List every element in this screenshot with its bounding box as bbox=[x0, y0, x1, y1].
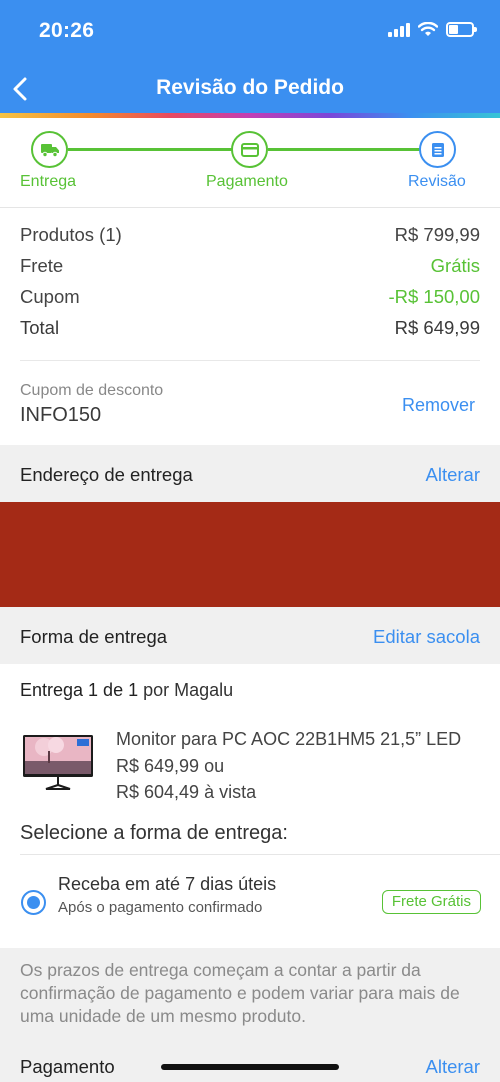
step-delivery[interactable] bbox=[31, 131, 68, 168]
page-title: Revisão do Pedido bbox=[156, 76, 344, 99]
coupon-value: -R$ 150,00 bbox=[388, 286, 480, 307]
app-header: 20:26 Revisão do Pedido bbox=[0, 0, 500, 113]
credit-card-icon bbox=[240, 142, 259, 157]
shipping-label: Frete bbox=[20, 255, 64, 276]
checkout-stepper: Entrega Pagamento Revisão bbox=[0, 118, 500, 208]
step-connector bbox=[268, 148, 420, 151]
step-label-delivery: Entrega bbox=[20, 173, 77, 190]
edit-bag-button[interactable]: Editar sacola bbox=[373, 626, 480, 648]
step-payment[interactable] bbox=[231, 131, 268, 168]
step-label-review: Revisão bbox=[408, 173, 466, 190]
product-cash-price: R$ 604,49 à vista bbox=[116, 782, 257, 802]
delivery-option-radio[interactable] bbox=[21, 890, 46, 915]
monitor-product-image[interactable] bbox=[22, 733, 94, 793]
delivery-count: Entrega 1 de 1 bbox=[20, 680, 139, 700]
change-payment-button[interactable]: Alterar bbox=[426, 1056, 481, 1078]
remove-coupon-button[interactable]: Remover bbox=[402, 395, 475, 416]
payment-title: Pagamento bbox=[20, 1056, 115, 1077]
status-icons bbox=[388, 22, 477, 37]
delivery-notice: Os prazos de entrega começam a contar a … bbox=[0, 948, 500, 1048]
summary-row-shipping: Frete Grátis bbox=[20, 255, 480, 286]
address-section-header: Endereço de entrega Alterar bbox=[0, 445, 500, 502]
coupon-code: INFO150 bbox=[20, 404, 102, 426]
coupon-label: Cupom bbox=[20, 286, 80, 307]
delivery-seller: por Magalu bbox=[138, 680, 234, 700]
product-price: R$ 649,99 ou bbox=[116, 756, 225, 776]
step-label-payment: Pagamento bbox=[206, 173, 288, 190]
delivery-method-header: Forma de entrega Editar sacola bbox=[0, 607, 500, 664]
summary-row-products: Produtos (1) R$ 799,99 bbox=[20, 224, 480, 255]
delivery-option-subtitle: Após o pagamento confirmado bbox=[58, 899, 263, 916]
product-name[interactable]: Monitor para PC AOC 22B1HM5 21,5” LED bbox=[116, 729, 480, 750]
order-summary: Produtos (1) R$ 799,99 Frete Grátis Cupo… bbox=[20, 224, 480, 348]
summary-row-total: Total R$ 649,99 bbox=[20, 317, 480, 348]
divider bbox=[20, 854, 500, 855]
total-label: Total bbox=[20, 317, 60, 338]
truck-icon bbox=[40, 143, 59, 157]
signal-icon bbox=[388, 22, 410, 37]
delivery-heading: Entrega 1 de 1 por Magalu bbox=[20, 680, 233, 701]
change-address-button[interactable]: Alterar bbox=[426, 464, 481, 486]
total-value: R$ 649,99 bbox=[394, 317, 480, 338]
document-icon bbox=[431, 142, 444, 157]
home-indicator bbox=[161, 1064, 339, 1070]
address-title: Endereço de entrega bbox=[20, 464, 193, 485]
delivery-notice-text: Os prazos de entrega começam a contar a … bbox=[20, 960, 460, 1026]
address-redacted-block bbox=[0, 502, 500, 607]
coupon-section: Cupom de desconto INFO150 Remover bbox=[20, 360, 480, 445]
status-time: 20:26 bbox=[39, 19, 95, 42]
battery-icon bbox=[446, 22, 477, 37]
select-delivery-title: Selecione a forma de entrega: bbox=[20, 822, 288, 844]
coupon-field-label: Cupom de desconto bbox=[20, 382, 164, 399]
step-connector bbox=[68, 148, 232, 151]
step-review[interactable] bbox=[419, 131, 456, 168]
products-value: R$ 799,99 bbox=[394, 224, 480, 245]
delivery-option-title[interactable]: Receba em até 7 dias úteis bbox=[58, 874, 276, 895]
products-label: Produtos (1) bbox=[20, 224, 122, 245]
free-shipping-badge: Frete Grátis bbox=[381, 890, 481, 914]
shipping-value: Grátis bbox=[430, 255, 480, 276]
summary-row-coupon: Cupom -R$ 150,00 bbox=[20, 286, 480, 317]
delivery-method-title: Forma de entrega bbox=[20, 626, 168, 647]
wifi-icon bbox=[418, 22, 438, 36]
